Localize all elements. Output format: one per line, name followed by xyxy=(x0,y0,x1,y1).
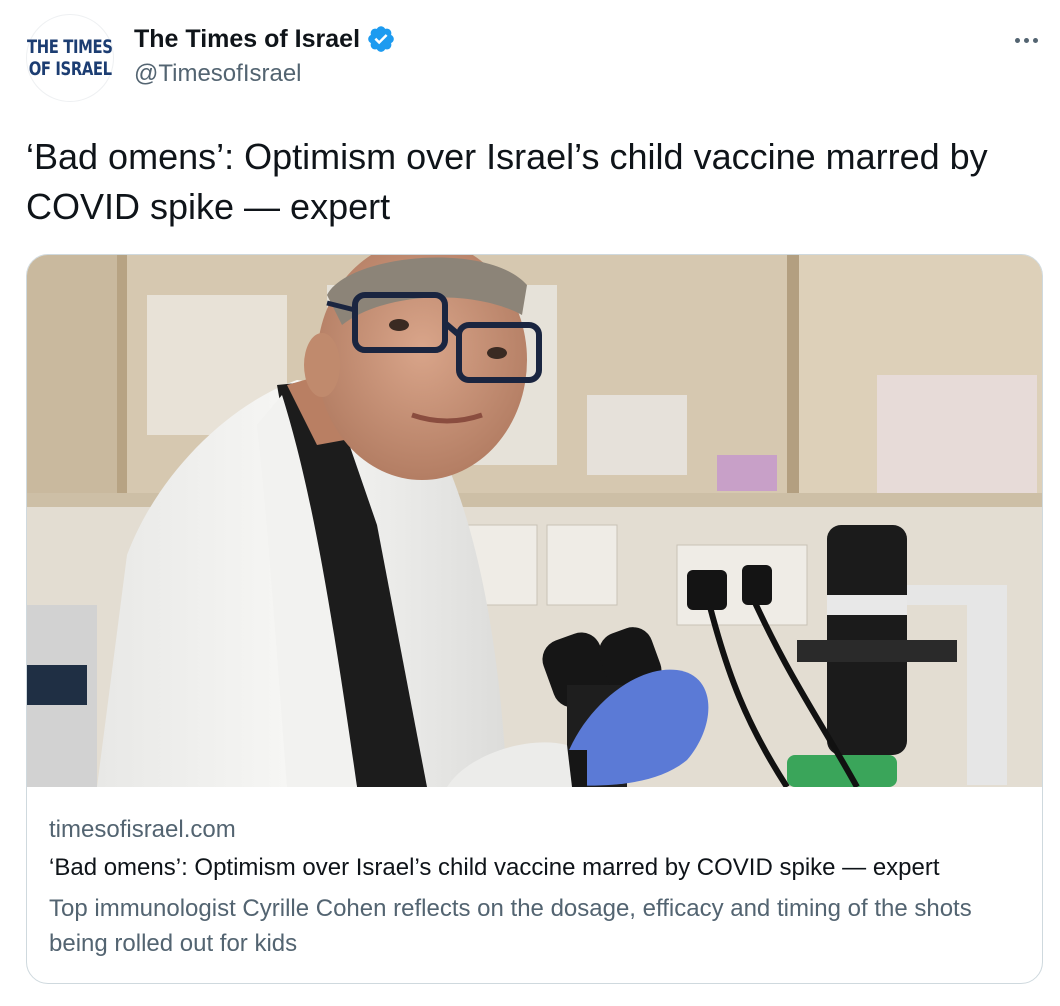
card-title: ‘Bad omens’: Optimism over Israel’s chil… xyxy=(49,854,940,881)
avatar-logo-line-2: OF ISRAEL xyxy=(28,58,112,80)
link-card[interactable]: timesofisrael.com ‘Bad omens’: Optimism … xyxy=(26,254,1043,984)
card-image xyxy=(27,255,1042,787)
verified-badge-icon xyxy=(368,26,394,52)
more-horizontal-icon[interactable] xyxy=(1010,24,1042,56)
card-domain: timesofisrael.com xyxy=(49,816,236,843)
tweet-text: ‘Bad omens’: Optimism over Israel’s chil… xyxy=(26,136,988,227)
author-name-row: The Times of Israel xyxy=(134,22,396,56)
avatar-logo-line-1: THE TIMES xyxy=(27,36,113,58)
avatar[interactable]: THE TIMES OF ISRAEL xyxy=(26,14,114,102)
author-name[interactable]: The Times of Israel xyxy=(134,25,360,54)
author-block: The Times of Israel @TimesofIsrael xyxy=(134,22,396,88)
tweet: THE TIMES OF ISRAEL The Times of Israel … xyxy=(0,0,1060,1006)
card-description: Top immunologist Cyrille Cohen reflects … xyxy=(49,895,972,957)
card-meta: timesofisrael.com ‘Bad omens’: Optimism … xyxy=(49,815,1019,961)
author-handle[interactable]: @TimesofIsrael xyxy=(134,60,396,88)
